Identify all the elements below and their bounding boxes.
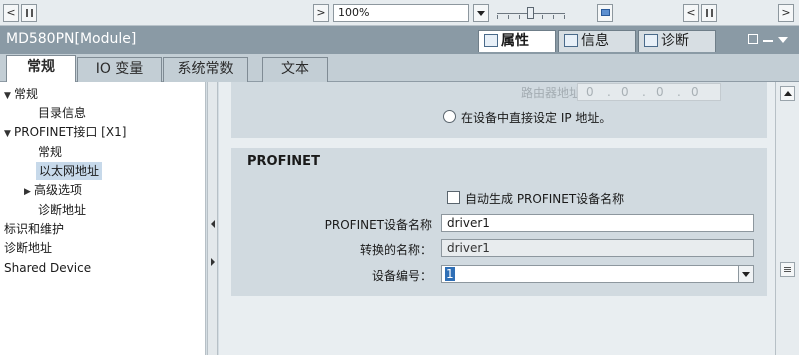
tree-node-label: 以太网地址 — [39, 164, 100, 178]
slider-tick — [519, 15, 520, 19]
profinet-heading: PROFINET — [247, 154, 320, 169]
tree-node-label: Shared Device — [4, 261, 92, 275]
converted-name-label: 转换的名称： — [359, 243, 432, 257]
nav-mid-button[interactable] — [701, 4, 717, 22]
vertical-scrollbar[interactable] — [775, 82, 799, 355]
module-title: MD580PN[Module] — [6, 31, 137, 47]
ip-protocol-section: 路由器地址： 0 . 0 . 0 . 0 在设备中直接设定 IP 地址。 — [231, 82, 767, 138]
tab-diagnostics-label: 诊断 — [661, 33, 689, 49]
octet: 0 — [691, 85, 699, 99]
tree-node-label: PROFINET接口 [X1] — [14, 125, 127, 139]
tree-node-interface-general[interactable]: 常规 — [38, 143, 62, 161]
slider-tick — [497, 15, 498, 19]
pause-icon — [705, 9, 713, 17]
device-number-label: 设备编号： — [371, 269, 432, 283]
tab-general[interactable]: 常规 — [6, 55, 76, 83]
set-ip-in-device-label: 在设备中直接设定 IP 地址。 — [461, 111, 612, 125]
scroll-left-button[interactable]: < — [3, 4, 19, 22]
navigation-tree: ▼ 常规 目录信息 ▼ PROFINET接口 [X1] 常规 以太网地址 ▶ 高级选项… — [0, 82, 206, 355]
collapse-right-icon[interactable] — [211, 258, 215, 266]
tab-texts[interactable]: 文本 — [262, 57, 328, 82]
tree-node-profinet-interface[interactable]: ▼ PROFINET接口 [X1] — [4, 123, 126, 141]
monitor-icon — [600, 9, 610, 16]
device-number-select[interactable]: 1 — [441, 265, 754, 283]
restore-icon[interactable] — [748, 34, 758, 44]
inspector-title-bar: MD580PN[Module] 属性 信息 诊断 — [0, 26, 799, 54]
tree-node-catalog-info[interactable]: 目录信息 — [38, 104, 86, 122]
slider-tick — [564, 15, 565, 19]
tab-strip: 常规 IO 变量 系统常数 文本 — [0, 54, 799, 83]
octet: 0 — [586, 85, 594, 99]
device-name-input[interactable]: driver1 — [441, 214, 754, 232]
converted-name-field: driver1 — [441, 239, 754, 257]
tree-node-label: 诊断地址 — [38, 203, 87, 217]
chevron-down-icon[interactable] — [738, 266, 753, 282]
scroll-thumb[interactable] — [780, 262, 795, 277]
octet-dot: . — [607, 85, 611, 99]
auto-generate-name-label: 自动生成 PROFINET设备名称 — [465, 192, 625, 206]
tree-node-general[interactable]: ▼ 常规 — [4, 85, 38, 103]
tree-node-identification-maintenance[interactable]: 标识和维护 — [4, 220, 64, 238]
collapse-left-icon[interactable] — [211, 220, 215, 228]
scroll-thumb-button[interactable] — [21, 4, 37, 22]
octet: 0 — [656, 85, 664, 99]
tree-node-advanced-options[interactable]: ▶ 高级选项 — [24, 181, 82, 199]
tab-properties[interactable]: 属性 — [478, 30, 556, 52]
diagnostics-icon — [644, 34, 658, 47]
router-address-field: 0 . 0 . 0 . 0 — [577, 83, 721, 101]
scroll-right-button[interactable]: > — [313, 4, 329, 22]
tree-node-label: 目录信息 — [38, 106, 87, 120]
tree-node-label: 标识和维护 — [4, 222, 65, 236]
expanded-arrow-icon: ▼ — [4, 129, 11, 139]
menu-chevron-icon[interactable] — [778, 37, 788, 43]
slider-thumb[interactable] — [527, 7, 534, 19]
top-toolbar: < > 100% < > — [0, 0, 799, 26]
fit-view-button[interactable] — [597, 4, 613, 22]
slider-tick — [508, 15, 509, 19]
minimize-icon[interactable] — [763, 34, 773, 42]
panel-splitter[interactable] — [207, 82, 218, 355]
tree-node-label: 常规 — [14, 87, 39, 101]
device-name-label: PROFINET设备名称 — [324, 218, 432, 232]
expanded-arrow-icon: ▼ — [4, 91, 11, 101]
tab-diagnostics[interactable]: 诊断 — [638, 30, 716, 52]
zoom-slider[interactable] — [497, 6, 565, 20]
tree-node-shared-device[interactable]: Shared Device — [4, 259, 91, 277]
auto-generate-name-checkbox[interactable] — [447, 191, 460, 204]
set-ip-in-device-radio[interactable] — [443, 110, 456, 123]
properties-content: 路由器地址： 0 . 0 . 0 . 0 在设备中直接设定 IP 地址。 PRO… — [219, 82, 775, 355]
tab-properties-label: 属性 — [501, 33, 529, 49]
tree-node-label: 常规 — [38, 145, 63, 159]
tree-node-diagnostic-address[interactable]: 诊断地址 — [38, 201, 86, 219]
tab-info-label: 信息 — [581, 33, 609, 49]
profinet-section: PROFINET 自动生成 PROFINET设备名称 PROFINET设备名称 … — [231, 148, 767, 296]
properties-icon — [484, 34, 498, 47]
chevron-down-icon — [477, 11, 485, 16]
tree-node-label: 诊断地址 — [4, 241, 53, 255]
slider-tick — [542, 15, 543, 19]
nav-right-button[interactable]: > — [778, 4, 794, 22]
tree-node-module-diagnostic-address[interactable]: 诊断地址 — [4, 239, 52, 257]
tree-node-ethernet-address[interactable]: 以太网地址 — [36, 162, 103, 180]
octet-dot: . — [677, 85, 681, 99]
slider-tick — [553, 15, 554, 19]
octet: 0 — [621, 85, 629, 99]
scroll-up-button[interactable] — [780, 86, 795, 101]
nav-left-button[interactable]: < — [683, 4, 699, 22]
device-number-value: 1 — [445, 267, 455, 281]
octet-dot: . — [642, 85, 646, 99]
collapsed-arrow-icon: ▶ — [24, 187, 31, 197]
info-icon — [564, 34, 578, 47]
tree-node-label: 高级选项 — [34, 183, 83, 197]
zoom-field[interactable]: 100% — [333, 4, 469, 22]
pause-icon — [25, 9, 33, 17]
zoom-dropdown-button[interactable] — [473, 4, 489, 22]
tab-system-constants[interactable]: 系统常数 — [163, 57, 248, 82]
tab-info[interactable]: 信息 — [558, 30, 636, 52]
tab-io-variables[interactable]: IO 变量 — [77, 57, 162, 82]
